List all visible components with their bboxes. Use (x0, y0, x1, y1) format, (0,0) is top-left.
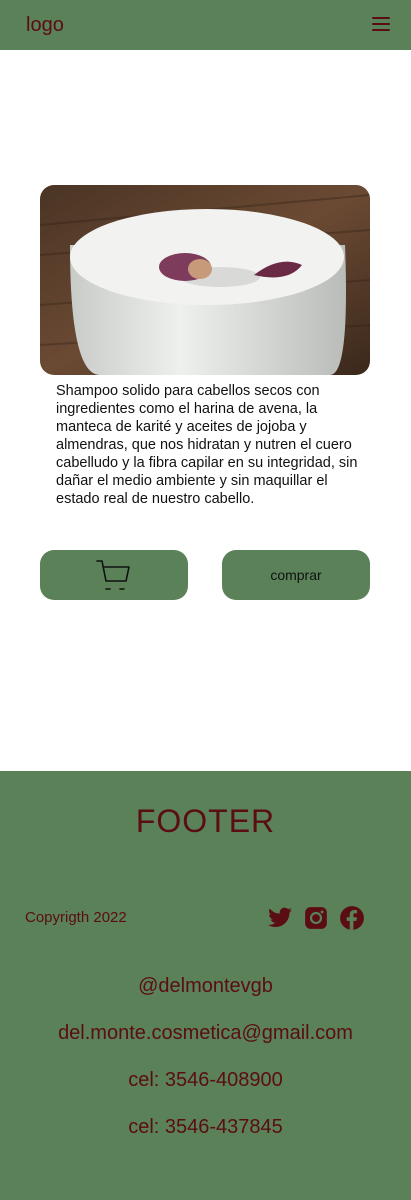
footer: FOOTER Copyrigth 2022 @delmontevgb del.m… (0, 771, 411, 1200)
phone-1: cel: 3546-408900 (128, 1069, 283, 1091)
buy-button[interactable]: comprar (222, 550, 370, 600)
twitter-icon[interactable] (267, 905, 293, 931)
add-to-cart-button[interactable] (40, 550, 188, 600)
logo[interactable]: logo (26, 13, 64, 37)
phone-2: cel: 3546-437845 (128, 1116, 283, 1138)
footer-title: FOOTER (135, 803, 276, 839)
product-image (40, 185, 370, 375)
email-link[interactable]: del.monte.cosmetica@gmail.com (0, 1020, 411, 1046)
shopping-cart-icon (96, 560, 130, 590)
facebook-icon[interactable] (339, 905, 365, 931)
social-handle[interactable]: @delmontevgb (0, 973, 411, 999)
copyright-text: Copyrigth 2022 (25, 909, 127, 926)
header-bar: logo (0, 0, 411, 50)
product-description: Shampoo solido para cabellos secos con i… (56, 383, 358, 507)
hamburger-menu-icon[interactable] (371, 15, 391, 33)
instagram-icon[interactable] (303, 905, 329, 931)
